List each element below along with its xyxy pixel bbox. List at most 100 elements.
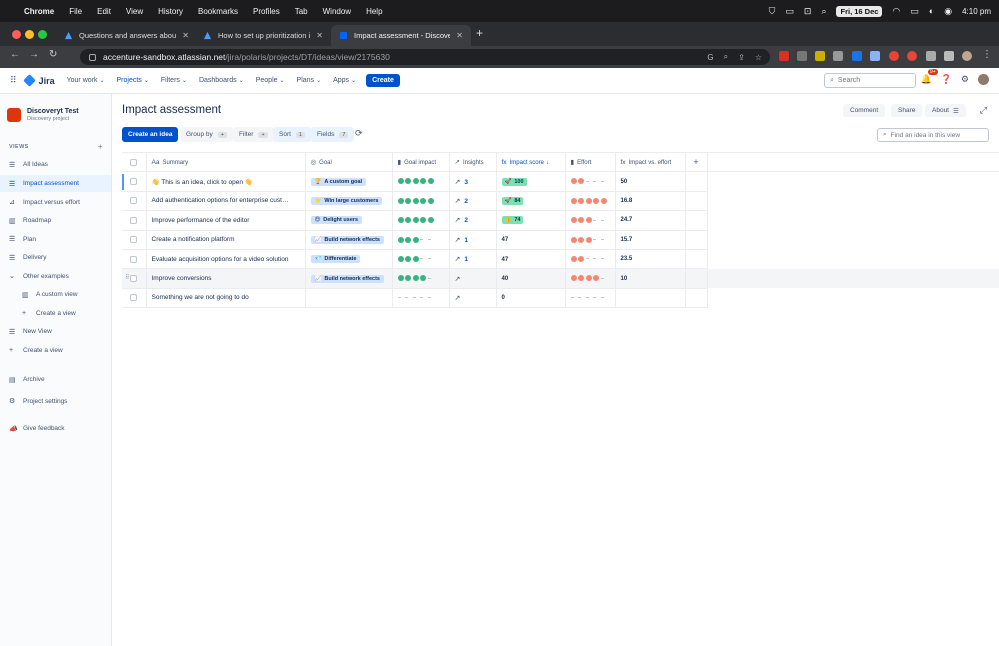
spotlight-search-icon[interactable]: ⌕: [821, 6, 826, 17]
effort-cell[interactable]: [565, 268, 616, 289]
table-row[interactable]: Evaluate acquisition options for a video…: [122, 249, 999, 270]
sidebar-item-all-ideas[interactable]: ☰ All Ideas: [0, 156, 111, 173]
table-row[interactable]: 👋 This is an idea, click to open 👋 🏆 A cus…: [122, 171, 999, 192]
sidebar-item-archive[interactable]: ▤ Archive: [0, 371, 111, 388]
goal-impact-cell[interactable]: [392, 191, 450, 212]
project-header[interactable]: Discoveryt Test Discovery project: [7, 108, 79, 122]
google-icon[interactable]: G: [707, 53, 713, 62]
profile-avatar[interactable]: [962, 51, 972, 61]
insights-cell[interactable]: ↗: [449, 288, 497, 309]
column-header-insights[interactable]: ↗ Insights: [449, 151, 497, 173]
menu-tab[interactable]: Tab: [295, 7, 308, 16]
select-all-checkbox[interactable]: [130, 158, 138, 166]
sidebar-item-plan[interactable]: ☰ Plan: [0, 231, 111, 248]
insights-cell[interactable]: ↗ 1: [449, 249, 497, 270]
table-row[interactable]: Something we are not going to do ↗ 0: [122, 288, 999, 309]
effort-cell[interactable]: [565, 230, 616, 250]
notifications-bell-icon[interactable]: 🔔 9+: [920, 69, 938, 85]
control-center-icon[interactable]: ◐: [929, 6, 934, 16]
column-header-impact-score[interactable]: fx Impact score ↓: [496, 151, 566, 173]
close-tab-icon[interactable]: ✕: [182, 31, 189, 40]
summary-cell[interactable]: Create a notification platform: [146, 230, 306, 250]
row-checkbox[interactable]: [130, 294, 138, 302]
row-checkbox[interactable]: [130, 197, 138, 205]
column-header-goal-impact[interactable]: ▮ Goal impact: [392, 151, 450, 173]
insights-cell[interactable]: ↗ 3: [449, 171, 497, 192]
idea-search-input[interactable]: ⌕ Find an idea in this view: [877, 128, 989, 142]
extension-icon[interactable]: [797, 51, 807, 61]
table-row[interactable]: Improve performance of the editor 😍 Deligh…: [122, 210, 999, 231]
bookmark-star-icon[interactable]: ☆: [755, 53, 762, 62]
goal-cell[interactable]: ⭐ Win large customers: [305, 191, 393, 212]
summary-cell[interactable]: Improve performance of the editor: [146, 210, 306, 231]
extension-icon[interactable]: [852, 51, 862, 61]
share-icon[interactable]: ⇪: [738, 53, 745, 62]
forward-icon[interactable]: →: [29, 49, 39, 60]
goal-cell[interactable]: 😍 Delight users: [305, 210, 393, 231]
wifi-icon[interactable]: ◠: [892, 6, 900, 17]
extension-icon[interactable]: [870, 51, 880, 61]
avatar[interactable]: [978, 74, 989, 85]
insights-cell[interactable]: ↗: [449, 268, 497, 289]
summary-cell[interactable]: Improve conversions: [146, 268, 306, 289]
close-tab-icon[interactable]: ✕: [316, 31, 323, 40]
menu-edit[interactable]: Edit: [97, 7, 111, 16]
menu-profiles[interactable]: Profiles: [253, 7, 280, 16]
close-tab-icon[interactable]: ✕: [456, 31, 463, 40]
summary-cell[interactable]: Add authentication options for enterpris…: [146, 191, 306, 212]
goal-cell[interactable]: 🏆 A custom goal: [305, 171, 393, 192]
nav-apps[interactable]: Apps ⌄: [333, 77, 356, 84]
menu-history[interactable]: History: [158, 7, 183, 16]
help-icon[interactable]: ❓: [941, 74, 952, 85]
sidebar-item-impact-assessment[interactable]: ☰ Impact assessment: [0, 175, 111, 192]
column-header-effort[interactable]: ▮ Effort: [565, 151, 616, 173]
sidebar-item-create-a-view[interactable]: + Create a view: [0, 342, 111, 359]
filter-button[interactable]: Filter +: [233, 127, 274, 142]
window-zoom-button[interactable]: [38, 30, 47, 39]
effort-cell[interactable]: [565, 249, 616, 270]
new-tab-icon[interactable]: +: [476, 26, 483, 40]
table-row[interactable]: Create a notification platform 📈 Build net…: [122, 230, 999, 250]
sidebar-item-create-a-view[interactable]: + Create a view: [0, 305, 111, 322]
goal-impact-cell[interactable]: [392, 288, 450, 309]
global-search-input[interactable]: ⌕ Search: [824, 73, 916, 88]
insights-cell[interactable]: ↗ 1: [449, 230, 497, 250]
create-idea-button[interactable]: Create an idea: [122, 127, 179, 142]
sidebar-item-roadmap[interactable]: ▥ Roadmap: [0, 212, 111, 229]
table-row[interactable]: ⠿ Improve conversions 📈 Build network effec…: [122, 268, 999, 289]
menu-bar-time[interactable]: 4:10 pm: [962, 7, 991, 16]
goal-impact-cell[interactable]: [392, 268, 450, 289]
chrome-menu-icon[interactable]: ⋮: [982, 49, 992, 60]
row-checkbox[interactable]: [130, 216, 138, 224]
nav-filters[interactable]: Filters ⌄: [161, 77, 187, 84]
siri-icon[interactable]: ◉: [944, 6, 952, 17]
goal-impact-cell[interactable]: [392, 171, 450, 192]
fullscreen-expand-icon[interactable]: ⤢: [980, 105, 987, 116]
browser-tab-1[interactable]: Questions and answers about ✕: [56, 25, 197, 46]
reload-icon[interactable]: ↻: [49, 49, 57, 60]
window-close-button[interactable]: [12, 30, 21, 39]
nav-dashboards[interactable]: Dashboards ⌄: [199, 77, 244, 84]
app-switcher-icon[interactable]: ⠿: [10, 75, 17, 86]
zoom-icon[interactable]: ⌕: [724, 52, 728, 62]
effort-cell[interactable]: [565, 210, 616, 231]
address-bar[interactable]: accenture-sandbox.atlassian.net/jira/pol…: [80, 49, 770, 65]
screen-mirroring-icon[interactable]: ▭: [785, 6, 794, 17]
comment-button[interactable]: Comment: [843, 104, 886, 117]
jira-logo[interactable]: Jira: [22, 74, 55, 87]
goal-cell[interactable]: 💎 Differentiate: [305, 249, 393, 270]
about-button[interactable]: About ☰: [925, 104, 966, 117]
nav-people[interactable]: People ⌄: [256, 77, 285, 84]
menu-file[interactable]: File: [69, 7, 82, 16]
extension-icon[interactable]: [815, 51, 825, 61]
summary-cell[interactable]: 👋 This is an idea, click to open 👋: [146, 171, 306, 192]
extension-icon[interactable]: [907, 51, 917, 61]
summary-cell[interactable]: Evaluate acquisition options for a video…: [146, 249, 306, 270]
column-header-summary[interactable]: Aa Summary: [146, 151, 306, 173]
summary-cell[interactable]: Something we are not going to do: [146, 288, 306, 309]
menu-view[interactable]: View: [126, 7, 143, 16]
side-panel-icon[interactable]: [944, 51, 954, 61]
back-icon[interactable]: ←: [10, 49, 20, 60]
sidebar-item-new-view[interactable]: ☰ New View: [0, 323, 111, 340]
lock-icon[interactable]: [89, 53, 96, 61]
